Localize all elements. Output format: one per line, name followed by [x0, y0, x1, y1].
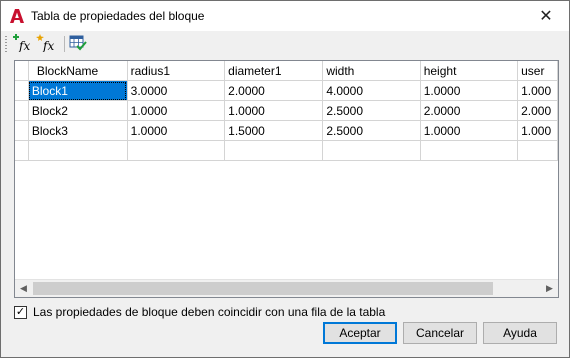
- audit-table-button[interactable]: [67, 34, 89, 54]
- table-cell[interactable]: Block1: [28, 80, 128, 101]
- table-cell[interactable]: [224, 140, 324, 161]
- column-header[interactable]: user: [517, 61, 558, 81]
- table-cell[interactable]: [420, 140, 519, 161]
- row-header[interactable]: [15, 120, 29, 141]
- must-match-label: Las propiedades de bloque deben coincidi…: [33, 305, 386, 319]
- toolbar: fx fx: [1, 31, 569, 57]
- table-cell[interactable]: 3.0000: [127, 80, 226, 101]
- close-icon: ✕: [539, 8, 553, 25]
- checkmark-icon: ✓: [15, 305, 26, 318]
- window-title: Tabla de propiedades del bloque: [31, 9, 205, 23]
- column-header[interactable]: height: [420, 61, 519, 81]
- table-cell[interactable]: [28, 140, 128, 161]
- column-header[interactable]: diameter1: [224, 61, 324, 81]
- property-grid: BlockName radius1 diameter1 width height…: [15, 61, 558, 161]
- chevron-left-icon: ◀: [20, 283, 27, 293]
- new-row: [15, 140, 558, 161]
- table-cell[interactable]: 1.0000: [127, 100, 226, 121]
- must-match-checkbox[interactable]: ✓: [14, 305, 27, 319]
- table-row: Block3 1.0000 1.5000 2.5000 1.0000 1.000: [15, 120, 558, 141]
- title-bar: Tabla de propiedades del bloque ✕: [1, 1, 569, 31]
- row-header[interactable]: [15, 100, 29, 121]
- chevron-right-icon: ▶: [546, 283, 553, 293]
- table-cell[interactable]: 1.0000: [420, 80, 519, 101]
- add-user-property-icon: fx: [36, 33, 56, 55]
- scrollbar-thumb[interactable]: [33, 282, 493, 295]
- header-row: BlockName radius1 diameter1 width height…: [15, 61, 558, 81]
- table-cell[interactable]: 1.0000: [127, 120, 226, 141]
- table-cell[interactable]: 2.0000: [224, 80, 324, 101]
- svg-text:fx: fx: [42, 39, 54, 52]
- table-cell[interactable]: 1.0000: [224, 100, 324, 121]
- column-header[interactable]: width: [322, 61, 421, 81]
- autocad-logo-icon: [9, 8, 25, 24]
- table-cell[interactable]: 2.0000: [420, 100, 519, 121]
- row-header[interactable]: [15, 80, 29, 101]
- scroll-right-button[interactable]: ▶: [541, 280, 558, 297]
- table-row: Block1 3.0000 2.0000 4.0000 1.0000 1.000: [15, 80, 558, 101]
- table-cell[interactable]: 1.000: [517, 80, 558, 101]
- must-match-option[interactable]: ✓ Las propiedades de bloque deben coinci…: [14, 304, 385, 320]
- close-button[interactable]: ✕: [523, 1, 569, 31]
- table-cell[interactable]: 1.0000: [420, 120, 519, 141]
- ok-button[interactable]: Aceptar: [323, 322, 397, 344]
- help-button[interactable]: Ayuda: [483, 322, 557, 344]
- table-cell[interactable]: [517, 140, 558, 161]
- grid-corner: [15, 61, 29, 81]
- scroll-left-button[interactable]: ◀: [15, 280, 32, 297]
- svg-text:fx: fx: [18, 39, 30, 52]
- property-table[interactable]: BlockName radius1 diameter1 width height…: [14, 60, 559, 298]
- column-header[interactable]: radius1: [127, 61, 226, 81]
- table-cell[interactable]: 2.5000: [322, 120, 421, 141]
- column-header[interactable]: BlockName: [28, 61, 128, 81]
- add-parameter-property-icon: fx: [12, 33, 32, 55]
- table-cell[interactable]: [127, 140, 226, 161]
- table-cell[interactable]: 2.000: [517, 100, 558, 121]
- table-cell[interactable]: Block3: [28, 120, 128, 141]
- table-cell[interactable]: 4.0000: [322, 80, 421, 101]
- table-cell[interactable]: [322, 140, 421, 161]
- dialog-window: Tabla de propiedades del bloque ✕ fx fx: [0, 0, 570, 358]
- toolbar-separator: [64, 36, 65, 52]
- table-cell[interactable]: 1.5000: [224, 120, 324, 141]
- add-parameter-property-button[interactable]: fx: [11, 33, 33, 55]
- table-row: Block2 1.0000 1.0000 2.5000 2.0000 2.000: [15, 100, 558, 121]
- table-cell[interactable]: 1.000: [517, 120, 558, 141]
- add-user-property-button[interactable]: fx: [35, 33, 57, 55]
- toolbar-grip: [5, 36, 7, 52]
- table-cell[interactable]: Block2: [28, 100, 128, 121]
- row-header[interactable]: [15, 140, 29, 161]
- cancel-button[interactable]: Cancelar: [403, 322, 477, 344]
- horizontal-scrollbar[interactable]: ◀ ▶: [15, 279, 558, 297]
- audit-table-icon: [69, 34, 87, 55]
- table-cell[interactable]: 2.5000: [322, 100, 421, 121]
